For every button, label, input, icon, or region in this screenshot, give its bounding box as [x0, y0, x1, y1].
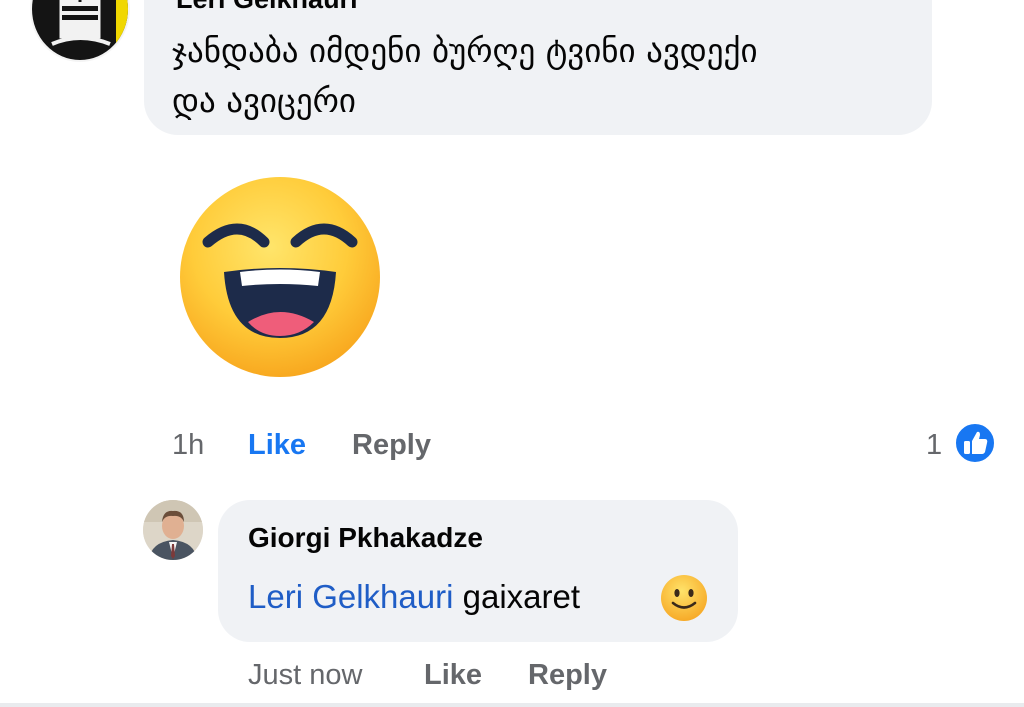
thumbs-up-icon[interactable] — [954, 422, 996, 464]
reply-reply-button[interactable]: Reply — [528, 658, 607, 692]
laughing-face-emoji-icon — [180, 177, 380, 377]
reply-author-avatar[interactable] — [143, 500, 203, 560]
slightly-smiling-face-emoji-icon — [661, 575, 707, 621]
comment-text-line: და ავიცერი — [172, 81, 356, 120]
reply-body-text: gaixaret — [462, 578, 581, 615]
comment-timestamp[interactable]: 1h — [172, 428, 204, 462]
divider — [0, 703, 1024, 707]
reply-author[interactable]: Giorgi Pkhakadze — [248, 522, 483, 554]
reply-timestamp[interactable]: Just now — [248, 658, 362, 692]
mention-link[interactable]: Leri Gelkhauri — [248, 578, 463, 615]
comment-author[interactable]: Leri Gelkhauri — [176, 0, 358, 14]
like-button[interactable]: Like — [248, 428, 306, 462]
commenter-avatar[interactable] — [32, 0, 128, 60]
reply-text: Leri Gelkhauri gaixaret — [248, 576, 580, 618]
comment-text-line: ჯანდაბა იმდენი ბურღე ტვინი ავდექი — [172, 31, 758, 70]
avatar-photo-icon — [143, 500, 203, 560]
reaction-count[interactable]: 1 — [926, 428, 942, 462]
reply-button[interactable]: Reply — [352, 428, 431, 462]
avatar-emblem-icon — [51, 0, 111, 46]
reply-like-button[interactable]: Like — [424, 658, 482, 692]
